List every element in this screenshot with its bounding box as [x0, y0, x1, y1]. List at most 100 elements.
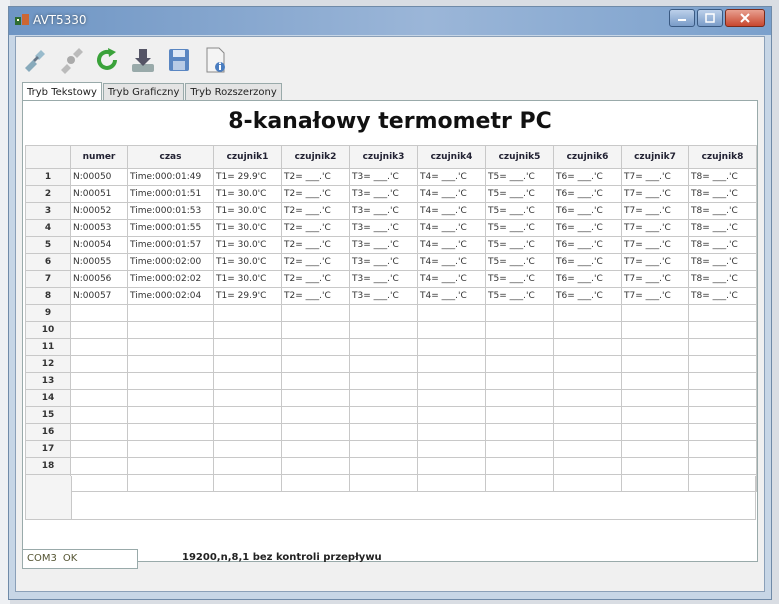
table-cell[interactable]: T1= 30.0'C [213, 236, 282, 254]
table-row[interactable]: 14 [25, 389, 757, 407]
table-cell[interactable] [553, 457, 622, 475]
column-header-czujnik5[interactable]: czujnik5 [485, 145, 554, 169]
table-cell[interactable] [127, 423, 214, 441]
table-cell[interactable]: T2= ___.'C [281, 236, 350, 254]
table-cell[interactable] [281, 338, 350, 356]
table-row[interactable]: 9 [25, 304, 757, 322]
table-cell[interactable] [213, 355, 282, 373]
table-row[interactable]: 4 N:00053 Time:000:01:55 T1= 30.0'C T2= ___.… [25, 219, 757, 237]
readings-table[interactable]: numer czas czujnik1 czujnik2 czujnik3 czujnik… [25, 145, 757, 492]
table-cell[interactable]: T2= ___.'C [281, 219, 350, 237]
row-number[interactable]: 12 [25, 355, 71, 373]
table-cell[interactable]: T8= ___.'C [688, 287, 757, 305]
table-cell[interactable] [213, 440, 282, 458]
table-cell[interactable] [688, 406, 757, 424]
table-cell[interactable]: T4= ___.'C [417, 185, 486, 203]
table-cell[interactable] [485, 355, 554, 373]
column-header-czujnik2[interactable]: czujnik2 [281, 145, 350, 169]
row-number[interactable]: 16 [25, 423, 71, 441]
table-cell[interactable]: Time:000:01:53 [127, 202, 214, 220]
table-cell[interactable]: N:00051 [70, 185, 128, 203]
table-cell[interactable] [553, 440, 622, 458]
table-cell[interactable] [70, 440, 128, 458]
row-number[interactable]: 6 [25, 253, 71, 271]
table-cell[interactable]: T2= ___.'C [281, 202, 350, 220]
table-cell[interactable] [485, 406, 554, 424]
table-cell[interactable]: T5= ___.'C [485, 287, 554, 305]
table-cell[interactable] [553, 406, 622, 424]
row-number[interactable]: 7 [25, 270, 71, 288]
table-cell[interactable]: T6= ___.'C [553, 168, 622, 186]
column-header-czujnik1[interactable]: czujnik1 [213, 145, 282, 169]
table-cell[interactable] [621, 457, 689, 475]
table-cell[interactable] [213, 406, 282, 424]
table-row[interactable]: 12 [25, 355, 757, 373]
column-header-numer[interactable]: numer [70, 145, 128, 169]
table-cell[interactable] [70, 304, 128, 322]
row-number[interactable]: 4 [25, 219, 71, 237]
table-row[interactable]: 1 N:00050 Time:000:01:49 T1= 29.9'C T2= ___.… [25, 168, 757, 186]
table-cell[interactable]: T3= ___.'C [349, 287, 418, 305]
table-cell[interactable] [70, 321, 128, 339]
table-cell[interactable]: T4= ___.'C [417, 253, 486, 271]
table-cell[interactable] [349, 338, 418, 356]
table-cell[interactable] [553, 372, 622, 390]
table-cell[interactable] [349, 372, 418, 390]
table-cell[interactable]: T5= ___.'C [485, 202, 554, 220]
table-cell[interactable] [213, 423, 282, 441]
table-cell[interactable]: T3= ___.'C [349, 219, 418, 237]
column-header-czas[interactable]: czas [127, 145, 214, 169]
table-cell[interactable] [349, 304, 418, 322]
table-cell[interactable] [281, 321, 350, 339]
table-row[interactable]: 18 [25, 457, 757, 475]
table-row[interactable]: 2 N:00051 Time:000:01:51 T1= 30.0'C T2= ___.… [25, 185, 757, 203]
table-cell[interactable] [213, 321, 282, 339]
table-cell[interactable] [621, 423, 689, 441]
table-cell[interactable] [127, 440, 214, 458]
row-number[interactable]: 10 [25, 321, 71, 339]
table-cell[interactable] [127, 321, 214, 339]
table-cell[interactable]: Time:000:02:04 [127, 287, 214, 305]
table-cell[interactable] [281, 389, 350, 407]
table-cell[interactable] [417, 457, 486, 475]
table-cell[interactable] [485, 304, 554, 322]
row-number[interactable]: 17 [25, 440, 71, 458]
table-cell[interactable] [213, 338, 282, 356]
table-cell[interactable] [553, 423, 622, 441]
table-cell[interactable]: T4= ___.'C [417, 236, 486, 254]
table-cell[interactable]: T7= ___.'C [621, 253, 689, 271]
table-cell[interactable] [281, 355, 350, 373]
row-number[interactable]: 5 [25, 236, 71, 254]
table-cell[interactable] [281, 457, 350, 475]
table-cell[interactable]: T2= ___.'C [281, 270, 350, 288]
table-cell[interactable] [553, 389, 622, 407]
table-cell[interactable]: T5= ___.'C [485, 270, 554, 288]
column-header-czujnik3[interactable]: czujnik3 [349, 145, 418, 169]
column-header-czujnik4[interactable]: czujnik4 [417, 145, 486, 169]
table-cell[interactable]: T2= ___.'C [281, 287, 350, 305]
connect-button[interactable] [20, 45, 50, 75]
table-cell[interactable]: T7= ___.'C [621, 270, 689, 288]
table-cell[interactable] [417, 440, 486, 458]
table-row[interactable]: 15 [25, 406, 757, 424]
table-row[interactable]: 13 [25, 372, 757, 390]
table-cell[interactable] [70, 389, 128, 407]
table-cell[interactable]: Time:000:02:00 [127, 253, 214, 271]
table-cell[interactable] [485, 440, 554, 458]
table-cell[interactable]: T4= ___.'C [417, 219, 486, 237]
table-cell[interactable]: T8= ___.'C [688, 270, 757, 288]
table-cell[interactable] [127, 355, 214, 373]
table-cell[interactable] [281, 304, 350, 322]
table-cell[interactable]: T1= 29.9'C [213, 168, 282, 186]
table-cell[interactable]: T6= ___.'C [553, 185, 622, 203]
table-cell[interactable]: T4= ___.'C [417, 202, 486, 220]
table-cell[interactable] [70, 372, 128, 390]
table-cell[interactable] [688, 321, 757, 339]
table-cell[interactable] [688, 457, 757, 475]
refresh-button[interactable] [92, 45, 122, 75]
table-cell[interactable] [70, 355, 128, 373]
table-cell[interactable] [213, 389, 282, 407]
table-cell[interactable]: T5= ___.'C [485, 236, 554, 254]
table-cell[interactable] [553, 338, 622, 356]
table-cell[interactable]: N:00056 [70, 270, 128, 288]
